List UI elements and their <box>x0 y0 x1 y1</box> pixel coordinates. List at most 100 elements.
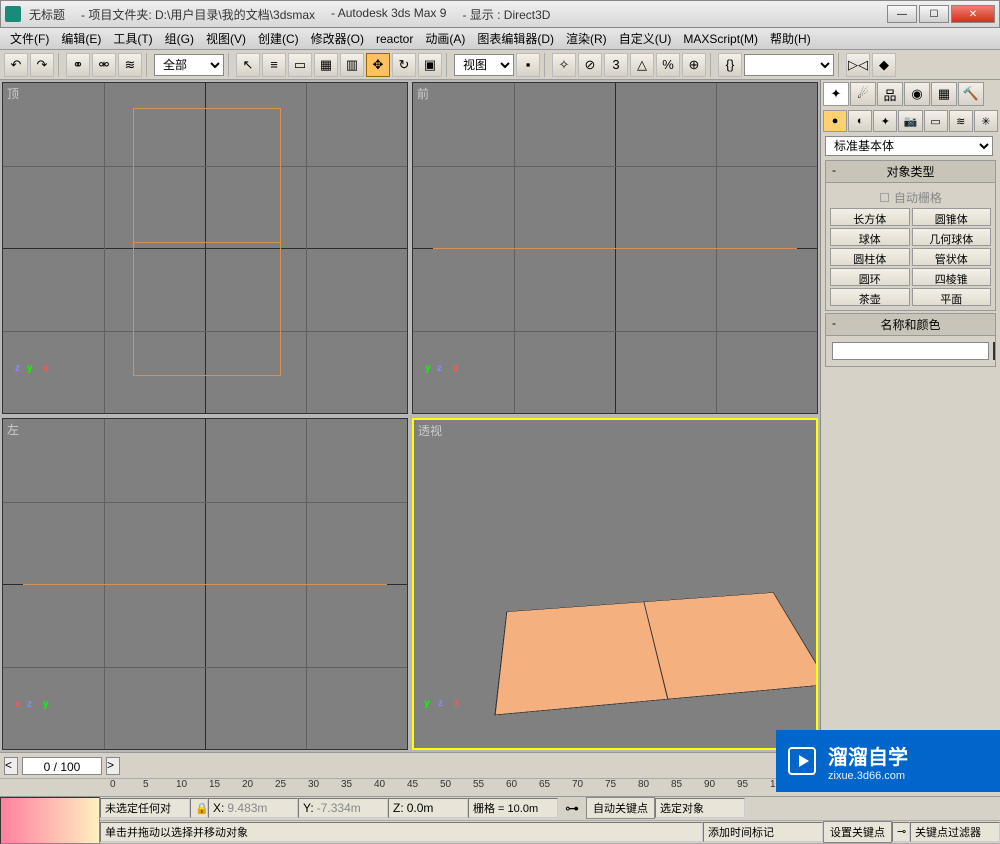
menu-reactor[interactable]: reactor <box>370 30 419 48</box>
viewport-top[interactable]: 顶 y x z <box>2 82 408 414</box>
angle-snap-button[interactable]: △ <box>630 53 654 77</box>
coord-z[interactable]: Z: 0.0m <box>388 798 468 818</box>
named-selection-button[interactable]: {} <box>718 53 742 77</box>
bind-button[interactable]: ≋ <box>118 53 142 77</box>
ruler-tick: 90 <box>704 779 715 790</box>
select-crossing-button[interactable]: ▥ <box>340 53 364 77</box>
select-window-button[interactable]: ▦ <box>314 53 338 77</box>
tab-create[interactable]: ✦ <box>823 82 849 106</box>
menu-rendering[interactable]: 渲染(R) <box>560 28 613 49</box>
key-filter-button[interactable]: 关键点过滤器 <box>910 822 1000 842</box>
menu-views[interactable]: 视图(V) <box>200 28 252 49</box>
btn-cylinder[interactable]: 圆柱体 <box>830 248 910 266</box>
undo-button[interactable]: ↶ <box>4 53 28 77</box>
subtab-cameras[interactable]: 📷 <box>898 110 922 132</box>
btn-box[interactable]: 长方体 <box>830 208 910 226</box>
select-rect-button[interactable]: ▭ <box>288 53 312 77</box>
subtab-helpers[interactable]: ▭ <box>924 110 948 132</box>
key-target-dropdown[interactable]: 选定对象 <box>655 798 745 818</box>
title-app: - Autodesk 3ds Max 9 <box>331 6 446 23</box>
tab-modify[interactable]: ☄ <box>850 82 876 106</box>
pivot-button[interactable]: ▪ <box>516 53 540 77</box>
btn-pyramid[interactable]: 四棱锥 <box>912 268 992 286</box>
title-display: - 显示 : Direct3D <box>462 6 550 23</box>
coord-x[interactable]: X: 9.483m <box>208 798 298 818</box>
subtab-systems[interactable]: ✳ <box>974 110 998 132</box>
btn-tube[interactable]: 管状体 <box>912 248 992 266</box>
axis-indicator-left: z y x <box>13 699 53 739</box>
select-button[interactable]: ↖ <box>236 53 260 77</box>
menu-help[interactable]: 帮助(H) <box>764 28 817 49</box>
rollout-object-type-header[interactable]: 对象类型 <box>826 161 995 183</box>
frame-counter[interactable]: 0 / 100 <box>22 757 102 775</box>
select-manipulate-button[interactable]: ✧ <box>552 53 576 77</box>
subtab-spacewarps[interactable]: ≋ <box>949 110 973 132</box>
menu-animation[interactable]: 动画(A) <box>419 28 471 49</box>
snap-toggle-button[interactable]: 3 <box>604 53 628 77</box>
add-time-tag[interactable]: 添加时间标记 <box>703 822 823 842</box>
menu-file[interactable]: 文件(F) <box>4 28 55 49</box>
tab-display[interactable]: ▦ <box>931 82 957 106</box>
align-button[interactable]: ◆ <box>872 53 896 77</box>
menu-create[interactable]: 创建(C) <box>252 28 305 49</box>
minimize-button[interactable]: — <box>887 5 917 23</box>
subtab-geometry[interactable]: ● <box>823 110 847 132</box>
key-mode-icon[interactable]: ⊸ <box>892 822 910 842</box>
autokey-button[interactable]: 自动关键点 <box>586 797 655 819</box>
menu-tools[interactable]: 工具(T) <box>107 28 158 49</box>
object-color-swatch[interactable] <box>993 342 995 360</box>
menu-group[interactable]: 组(G) <box>159 28 200 49</box>
tab-utilities[interactable]: 🔨 <box>958 82 984 106</box>
menu-graph[interactable]: 图表编辑器(D) <box>471 28 560 49</box>
btn-cone[interactable]: 圆锥体 <box>912 208 992 226</box>
viewport-left-label: 左 <box>7 421 19 438</box>
close-button[interactable]: ✕ <box>951 5 995 23</box>
axis-indicator-top: y x z <box>13 363 53 403</box>
reference-coord-dropdown[interactable]: 视图 <box>454 54 514 76</box>
btn-torus[interactable]: 圆环 <box>830 268 910 286</box>
maximize-button[interactable]: ☐ <box>919 5 949 23</box>
move-button[interactable]: ✥ <box>366 53 390 77</box>
command-panel: ✦ ☄ 品 ◉ ▦ 🔨 ● ◐ ✦ 📷 ▭ ≋ ✳ 标准基本体 对象类型 ☐自动… <box>820 80 1000 752</box>
link-button[interactable]: ⚭ <box>66 53 90 77</box>
selection-filter-dropdown[interactable]: 全部 <box>154 54 224 76</box>
watermark-title: 溜溜自学 <box>828 741 908 770</box>
menu-maxscript[interactable]: MAXScript(M) <box>677 30 764 48</box>
category-dropdown[interactable]: 标准基本体 <box>825 136 993 156</box>
axis-indicator-front: z x y <box>423 363 463 403</box>
keyboard-shortcut-button[interactable]: ⊘ <box>578 53 602 77</box>
rotate-button[interactable]: ↻ <box>392 53 416 77</box>
time-slider-prev[interactable]: < <box>4 757 18 775</box>
mirror-button[interactable]: ▷◁ <box>846 53 870 77</box>
viewport-front[interactable]: 前 z x y <box>412 82 818 414</box>
btn-sphere[interactable]: 球体 <box>830 228 910 246</box>
setkey-button[interactable]: 设置关键点 <box>823 821 892 843</box>
subtab-lights[interactable]: ✦ <box>873 110 897 132</box>
subtab-shapes[interactable]: ◐ <box>848 110 872 132</box>
menu-customize[interactable]: 自定义(U) <box>613 28 678 49</box>
menu-modifiers[interactable]: 修改器(O) <box>305 28 370 49</box>
select-name-button[interactable]: ≡ <box>262 53 286 77</box>
tab-hierarchy[interactable]: 品 <box>877 82 903 106</box>
spinner-snap-button[interactable]: ⊕ <box>682 53 706 77</box>
autogrid-checkbox[interactable]: ☐自动栅格 <box>830 187 991 208</box>
time-slider-next[interactable]: > <box>106 757 120 775</box>
scale-button[interactable]: ▣ <box>418 53 442 77</box>
unlink-button[interactable]: ⚮ <box>92 53 116 77</box>
ruler-tick: 60 <box>506 779 517 790</box>
menu-edit[interactable]: 编辑(E) <box>55 28 107 49</box>
btn-plane[interactable]: 平面 <box>912 288 992 306</box>
coord-y[interactable]: Y: -7.334m <box>298 798 388 818</box>
viewport-left[interactable]: 左 z y x <box>2 418 408 750</box>
percent-snap-button[interactable]: % <box>656 53 680 77</box>
ruler-tick: 40 <box>374 779 385 790</box>
rollout-name-color-header[interactable]: 名称和颜色 <box>826 314 995 336</box>
named-selection-dropdown[interactable] <box>744 54 834 76</box>
btn-geosphere[interactable]: 几何球体 <box>912 228 992 246</box>
tab-motion[interactable]: ◉ <box>904 82 930 106</box>
lock-icon[interactable]: 🔒 <box>190 798 208 818</box>
redo-button[interactable]: ↷ <box>30 53 54 77</box>
viewport-perspective[interactable]: 透视 z x y <box>412 418 818 750</box>
object-name-input[interactable] <box>832 342 989 360</box>
btn-teapot[interactable]: 茶壶 <box>830 288 910 306</box>
